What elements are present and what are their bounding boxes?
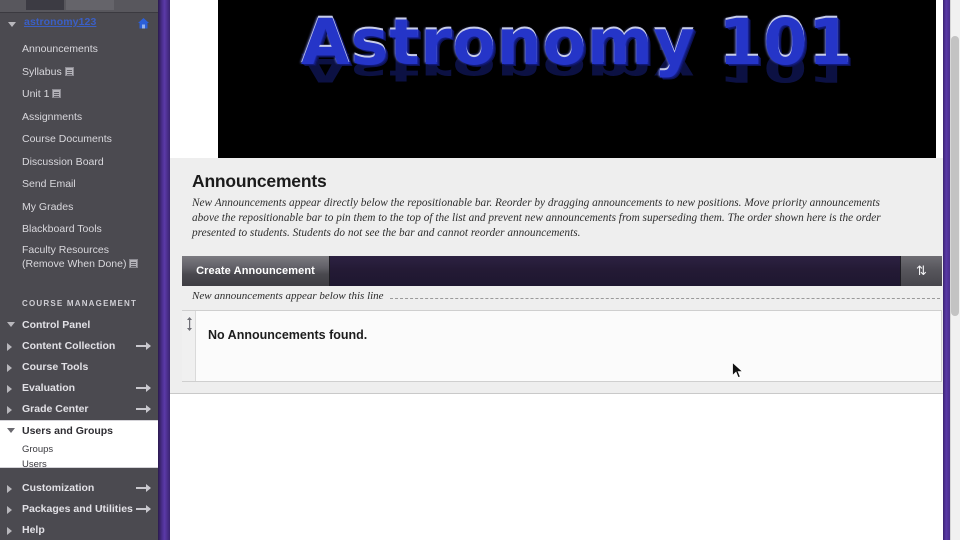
nav-label: Discussion Board [22,155,104,168]
strip-chip-right [66,0,114,10]
sidebar-item-faculty-resources[interactable]: Faculty Resources (Remove When Done) [0,241,158,273]
caret-right-icon[interactable] [7,364,12,372]
caret-right-icon[interactable] [7,485,12,493]
sidebar-item-content-collection[interactable]: Content Collection [0,336,158,357]
cm-label: Control Panel [22,319,91,331]
page-root: astronomy123 Announcements Syllabus Unit… [0,0,960,540]
course-management-header: COURSE MANAGEMENT [22,299,138,308]
caret-right-icon[interactable] [7,343,12,351]
caret-right-icon[interactable] [7,406,12,414]
cm-sub-label: Groups [22,444,54,455]
sidebar-item-course-tools[interactable]: Course Tools [0,357,158,378]
arrow-right-icon [136,384,151,392]
banner-title-text: Astronomy 101 [300,6,854,79]
sidebar-item-course-documents[interactable]: Course Documents [0,128,158,151]
repositionable-bar[interactable]: New announcements appear below this line [182,286,942,309]
sidebar-content-divider [158,0,170,540]
banner-fade-overlay [218,86,936,158]
sidebar-item-users-and-groups[interactable]: Users and Groups [0,421,158,442]
cm-label: Grade Center [22,403,89,415]
vertical-scrollbar-thumb[interactable] [951,36,959,316]
cm-label: Packages and Utilities [22,503,133,515]
page-icon [129,258,139,268]
sidebar-item-packages-and-utilities[interactable]: Packages and Utilities [0,499,158,520]
sidebar-item-groups[interactable]: Groups [0,442,158,457]
page-icon [52,89,62,98]
cm-label: Content Collection [22,340,116,352]
panel-bottom-divider [170,393,943,394]
page-title: Announcements [192,171,327,191]
sidebar-item-my-grades[interactable]: My Grades [0,196,158,219]
sidebar-item-help[interactable]: Help [0,520,158,540]
course-management-list: Control Panel Content Collection Course … [0,315,158,420]
empty-state-message: No Announcements found. [208,328,368,342]
announcements-panel: Announcements New Announcements appear d… [170,158,943,394]
sidebar-group-users-and-groups: Users and Groups Groups Users [0,420,158,470]
sidebar-item-customization[interactable]: Customization [0,478,158,499]
right-purple-edge [943,0,950,540]
caret-down-icon[interactable] [7,322,15,327]
sidebar-item-send-email[interactable]: Send Email [0,173,158,196]
nav-label-second-line: (Remove When Done) [22,257,127,270]
cm-label: Users and Groups [22,425,114,437]
course-header[interactable]: astronomy123 [0,14,158,35]
caret-down-icon[interactable] [8,22,16,27]
course-management-list-lower: Customization Packages and Utilities Hel… [0,478,158,540]
strip-chip-left [26,0,64,10]
announcements-action-bar: Create Announcement ⇅ [182,256,942,286]
caret-right-icon[interactable] [7,506,12,514]
repositionable-dashed-line [390,298,940,299]
arrow-right-icon [136,505,151,513]
sidebar-item-blackboard-tools[interactable]: Blackboard Tools [0,218,158,241]
course-title-link[interactable]: astronomy123 [24,16,96,28]
caret-right-icon[interactable] [7,527,12,535]
main-content: Astronomy 101 Astronomy 101 Announcement… [170,0,943,540]
page-description: New Announcements appear directly below … [192,197,881,239]
sidebar-item-announcements[interactable]: Announcements [0,38,158,61]
arrow-right-icon [136,342,151,350]
cm-sub-label: Users [22,459,47,470]
sidebar-item-evaluation[interactable]: Evaluation [0,378,158,399]
nav-label: Faculty Resources [22,243,109,256]
sidebar-item-users[interactable]: Users [0,457,158,472]
repositionable-bar-label: New announcements appear below this line [192,290,384,302]
course-banner-image: Astronomy 101 Astronomy 101 [218,0,936,158]
course-menu-sidebar: astronomy123 Announcements Syllabus Unit… [0,0,158,540]
create-announcement-button[interactable]: Create Announcement [182,256,330,286]
sidebar-item-discussion-board[interactable]: Discussion Board [0,151,158,174]
sort-updown-icon[interactable]: ⇅ [900,256,942,286]
announcements-list: No Announcements found. [182,310,942,382]
nav-label: My Grades [22,200,74,213]
nav-label: Course Documents [22,133,112,145]
course-banner-wrapper: Astronomy 101 Astronomy 101 [218,0,936,158]
arrow-right-icon [136,405,151,413]
caret-right-icon[interactable] [7,385,12,393]
list-drag-gutter[interactable] [182,311,196,381]
page-icon [64,66,74,76]
sidebar-item-syllabus[interactable]: Syllabus [0,61,158,84]
nav-label: Syllabus [22,65,62,78]
caret-down-icon[interactable] [7,428,15,433]
nav-label: Unit 1 [22,88,50,100]
cm-label: Course Tools [22,361,89,373]
arrow-right-icon [136,484,151,492]
nav-label: Blackboard Tools [22,223,102,235]
mouse-pointer-icon [732,361,744,380]
cm-label: Help [22,524,45,536]
drag-handle-icon[interactable] [185,317,194,331]
course-nav-list: Announcements Syllabus Unit 1 Assignment… [0,38,158,273]
nav-label: Send Email [22,178,76,190]
sidebar-top-strip [0,0,158,13]
nav-label: Assignments [22,110,83,123]
sidebar-item-grade-center[interactable]: Grade Center [0,399,158,420]
nav-label: Announcements [22,43,98,55]
sidebar-item-unit-1[interactable]: Unit 1 [0,83,158,106]
sidebar-item-control-panel[interactable]: Control Panel [0,315,158,336]
home-icon[interactable] [137,17,150,30]
cm-label: Evaluation [22,382,76,394]
sidebar-item-assignments[interactable]: Assignments [0,106,158,129]
cm-label: Customization [22,482,95,494]
